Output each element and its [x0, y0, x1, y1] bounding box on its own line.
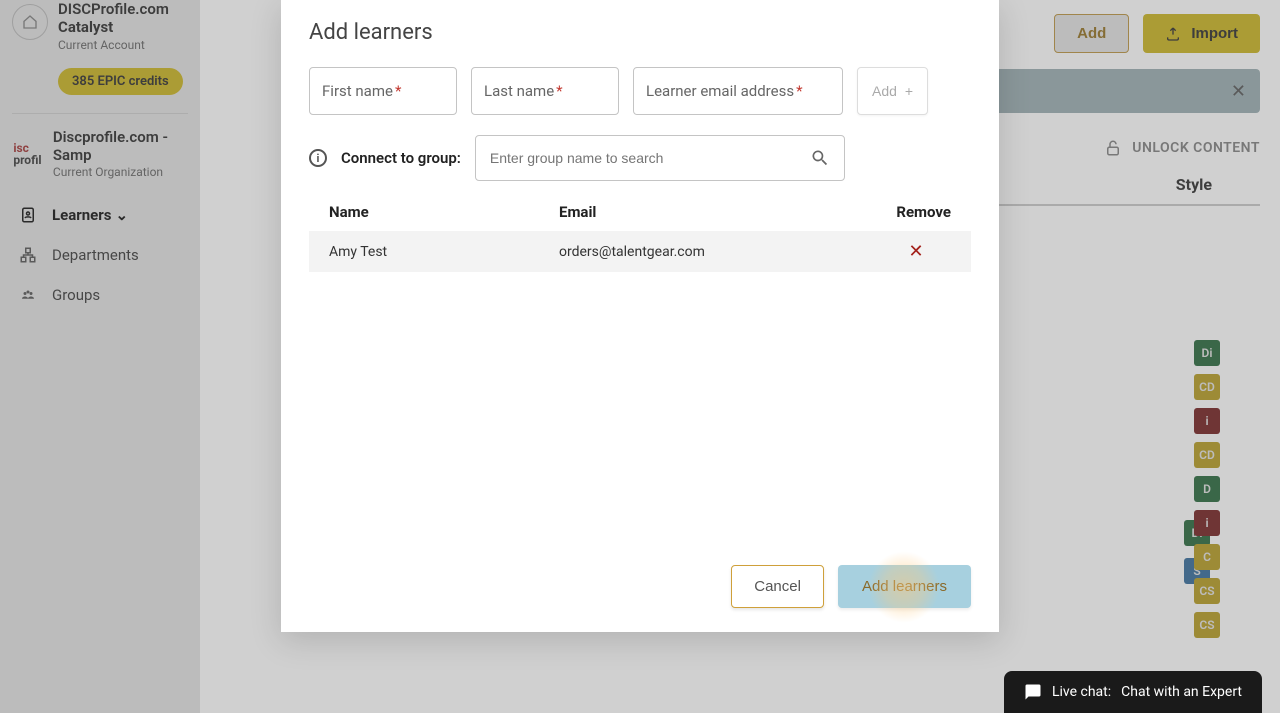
chat-label: Live chat: — [1052, 684, 1111, 700]
pending-name: Amy Test — [329, 244, 559, 260]
col-header-email: Email — [559, 203, 881, 221]
remove-pending-button[interactable]: ✕ — [881, 241, 951, 262]
chat-cta: Chat with an Expert — [1121, 684, 1242, 700]
group-search-input[interactable] — [475, 135, 845, 181]
pending-email: orders@talentgear.com — [559, 244, 881, 260]
modal-overlay: Add learners First name* Last name* Lear… — [0, 0, 1280, 713]
col-header-name: Name — [329, 203, 559, 221]
search-icon — [810, 148, 830, 168]
col-header-remove: Remove — [881, 203, 951, 221]
add-learners-submit-button[interactable]: Add learners — [838, 565, 971, 608]
add-learners-modal: Add learners First name* Last name* Lear… — [281, 0, 999, 632]
group-search-field[interactable] — [490, 150, 810, 166]
chat-widget[interactable]: Live chat: Chat with an Expert — [1004, 671, 1262, 713]
modal-title: Add learners — [309, 0, 971, 67]
learner-email-input[interactable]: Learner email address* — [633, 67, 843, 115]
cancel-button[interactable]: Cancel — [731, 565, 824, 608]
plus-icon: + — [905, 83, 913, 99]
connect-group-label: Connect to group: — [341, 149, 461, 167]
info-icon[interactable]: i — [309, 149, 327, 167]
add-learner-row-button[interactable]: Add + — [857, 67, 928, 115]
pending-row: Amy Test orders@talentgear.com ✕ — [309, 231, 971, 272]
last-name-input[interactable]: Last name* — [471, 67, 619, 115]
chat-icon — [1024, 683, 1042, 701]
first-name-input[interactable]: First name* — [309, 67, 457, 115]
